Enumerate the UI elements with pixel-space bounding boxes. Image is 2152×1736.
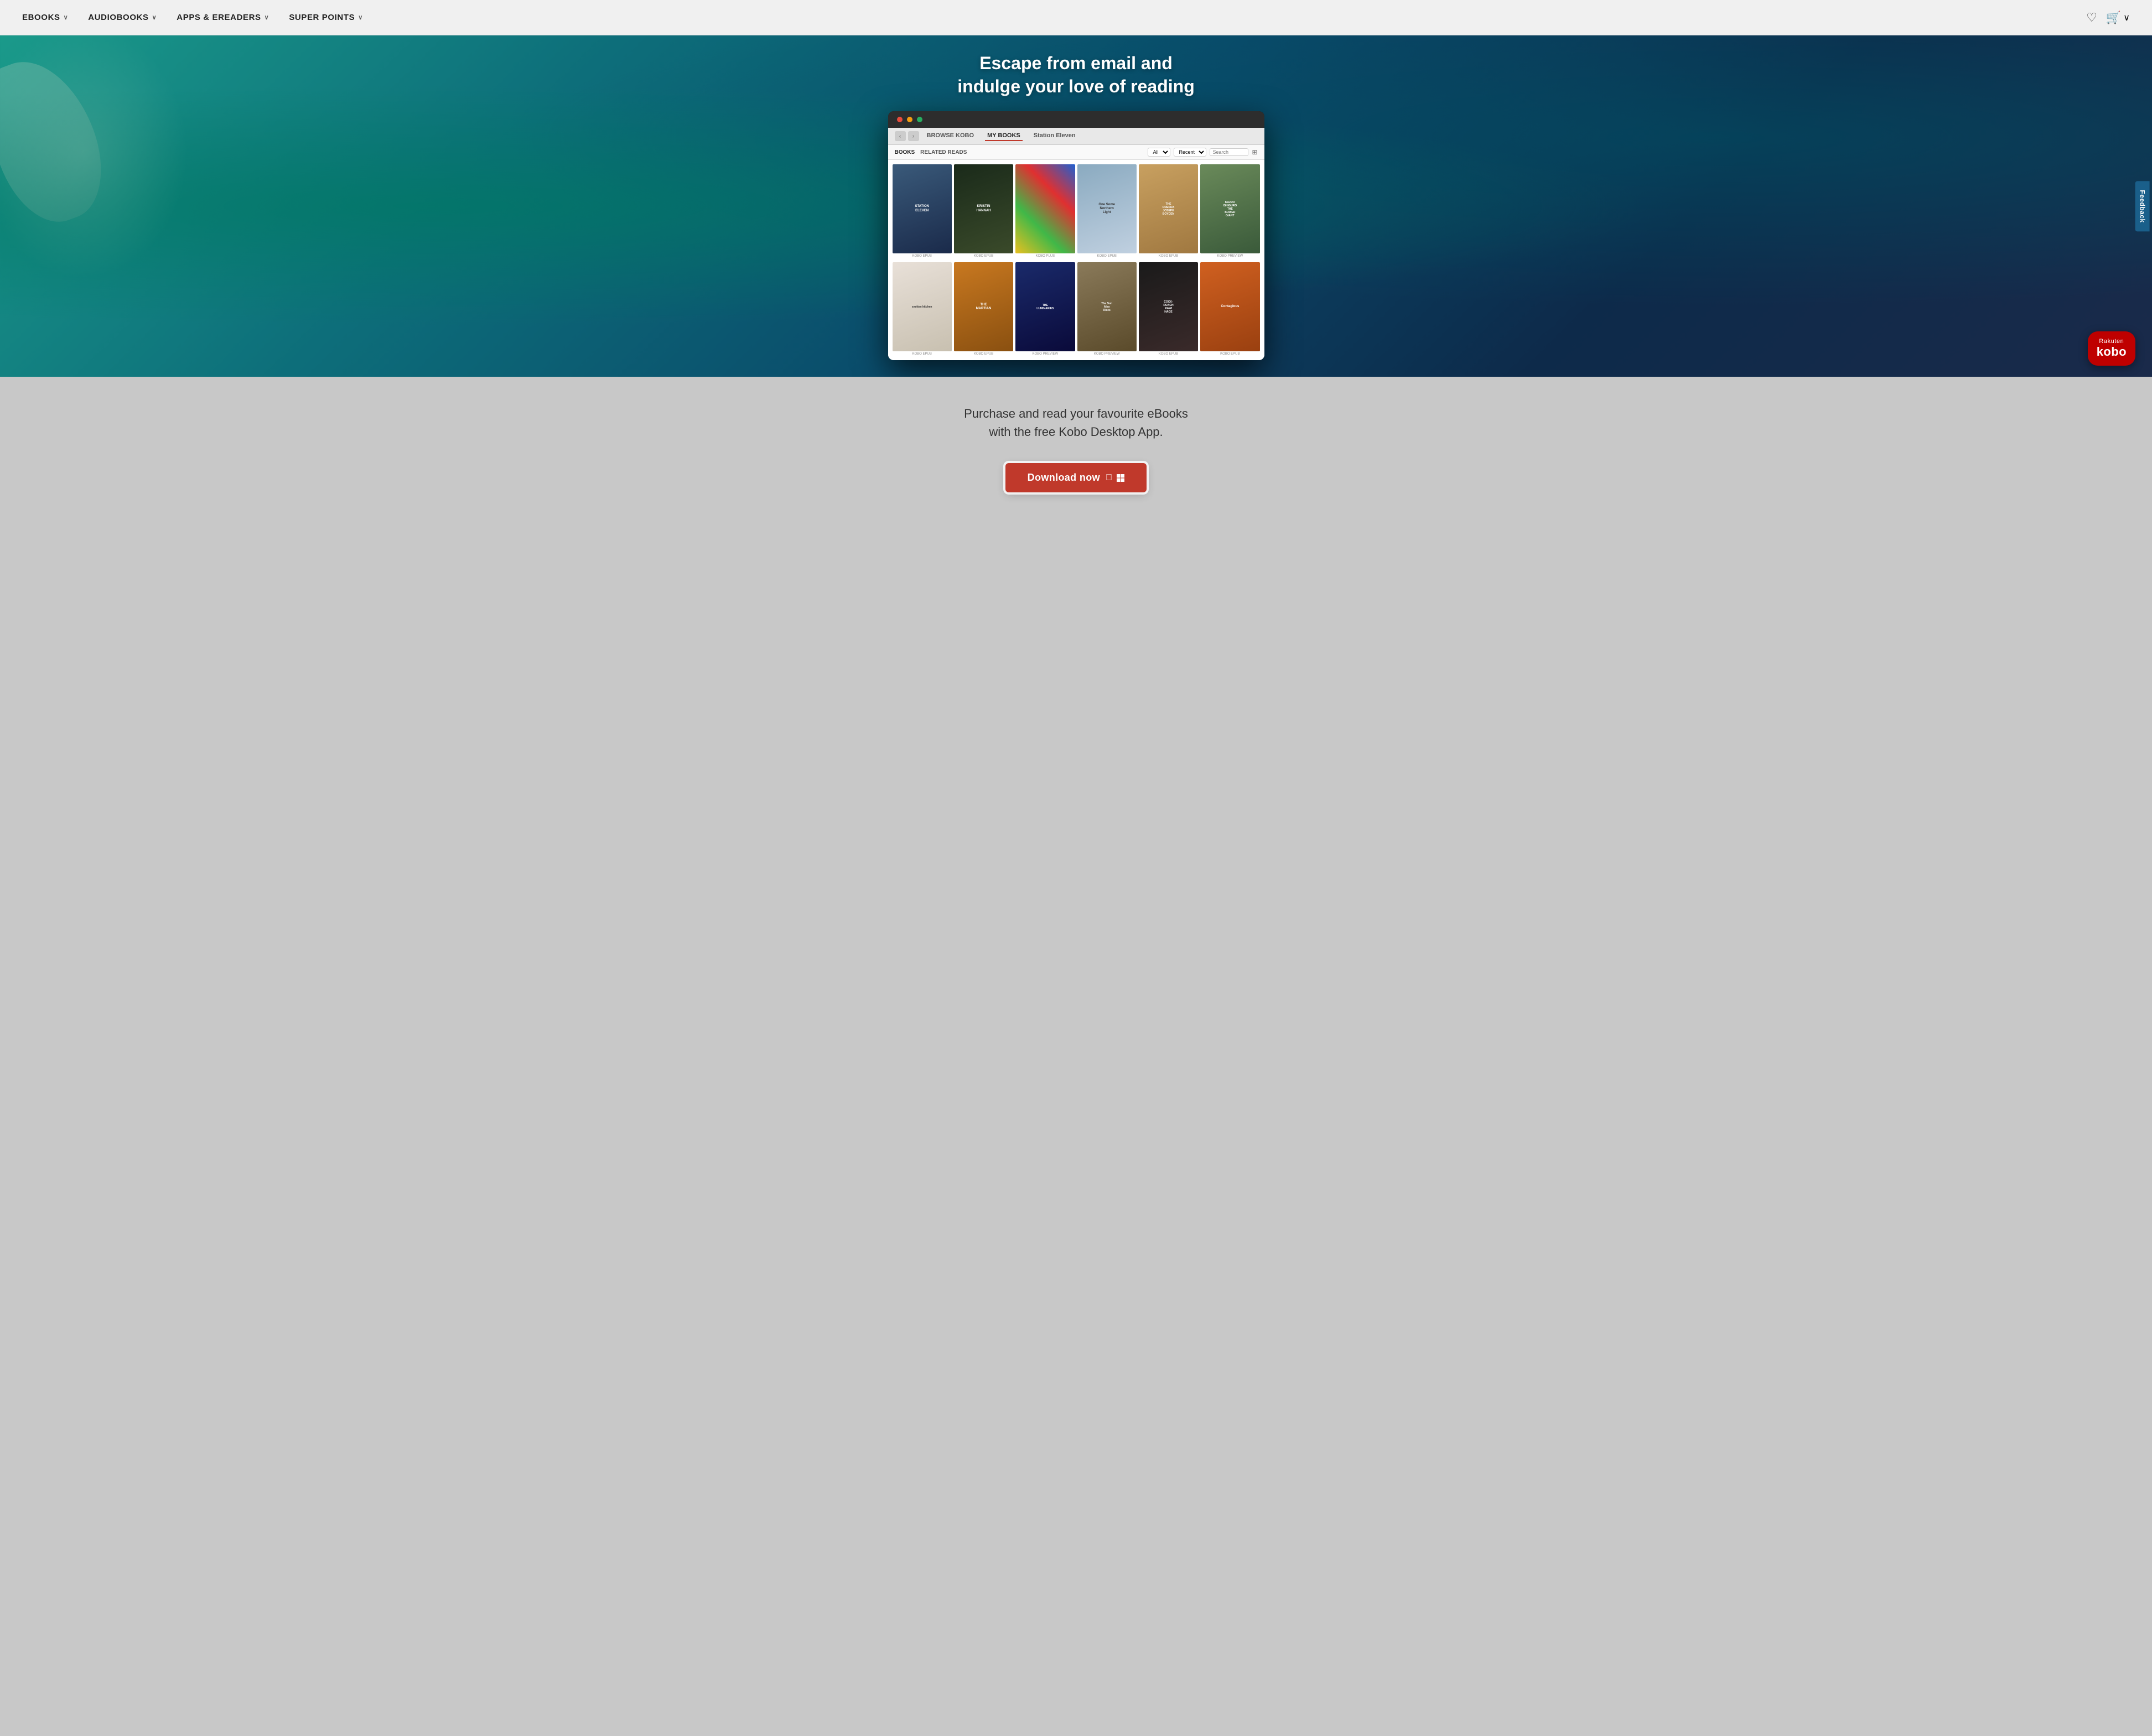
filter-all-select[interactable]: All [1148, 148, 1170, 157]
subtab-related-reads[interactable]: RELATED READS [920, 149, 967, 155]
nav-left: eBOOKS ∨ AUDIOBOOKS ∨ APPS & eREADERS ∨ … [22, 13, 363, 22]
tab-station-eleven[interactable]: Station Eleven [1031, 131, 1078, 141]
book-label: KOBO EPUB [1097, 254, 1116, 258]
chevron-down-icon: ∨ [358, 14, 363, 21]
hero-headline: Escape from email and indulge your love … [957, 52, 1194, 98]
filter-group: All Recent ⊞ [1148, 148, 1257, 157]
wishlist-icon[interactable]: ♡ [2086, 11, 2097, 25]
apple-icon:  [1106, 473, 1112, 483]
hero-headline-line2: indulge your love of reading [957, 76, 1194, 96]
chevron-down-icon: ∨ [64, 14, 69, 21]
kobo-badge: Rakuten kobo [2088, 331, 2135, 366]
tab-browse-kobo[interactable]: BROWSE KOBO [925, 131, 977, 141]
kobo-badge-kobo: kobo [2097, 345, 2127, 359]
book-label: KOBO PREVIEW [1094, 352, 1120, 356]
book-label: KOBO EPUB [912, 352, 931, 356]
feedback-tab[interactable]: Feedback [2135, 181, 2149, 231]
mac-close-dot [897, 117, 903, 122]
book-label: KOBO EPUB [1220, 352, 1240, 356]
book-grid-row1: STATIONELEVEN KOBO EPUB KRISTINHANNAH KO… [888, 160, 1264, 262]
nav-label-audiobooks: AUDIOBOOKS [88, 13, 148, 22]
cart-icon: 🛒 [2106, 11, 2121, 25]
os-icons:  [1106, 473, 1124, 483]
book-card-northern-light[interactable]: One SomeNorthernLight KOBO EPUB [1077, 164, 1137, 258]
cart-button[interactable]: 🛒 ∨ [2106, 11, 2130, 25]
kobo-badge-rakuten: Rakuten [2099, 338, 2124, 345]
mac-minimize-dot [907, 117, 912, 122]
app-nav-buttons: ‹ › [895, 131, 919, 141]
app-mockup-window: ‹ › BROWSE KOBO MY BOOKS Station Eleven … [888, 111, 1264, 360]
nav-label-apps: APPS & eREADERS [177, 13, 261, 22]
grid-view-icon[interactable]: ⊞ [1252, 148, 1257, 156]
book-grid-row2: smitten kitchen KOBO EPUB THEMARTIAN KOB… [888, 262, 1264, 360]
book-label: KOBO PLUS [1035, 254, 1055, 258]
book-label: KOBO EPUB [1159, 254, 1178, 258]
chevron-down-icon: ∨ [2123, 12, 2130, 23]
hero-headline-line1: Escape from email and [979, 53, 1173, 73]
nav-item-audiobooks[interactable]: AUDIOBOOKS ∨ [88, 13, 157, 22]
app-back-button[interactable]: ‹ [895, 131, 906, 141]
download-now-button[interactable]: Download now  [1005, 463, 1147, 492]
book-card-orenda[interactable]: THEORENDAJOSEPHBOYDEN KOBO EPUB [1139, 164, 1198, 258]
book-card-sun-also-rises[interactable]: The SunAlsoRises KOBO PREVIEW [1077, 262, 1137, 356]
book-card-station-eleven[interactable]: STATIONELEVEN KOBO EPUB [893, 164, 952, 258]
hero-content: Escape from email and indulge your love … [0, 35, 2152, 377]
book-card-buried-giant[interactable]: KAZUOISHIGUROTHEBURIEDGIANT KOBO PREVIEW [1200, 164, 1259, 258]
app-subbar: BOOKS RELATED READS All Recent ⊞ [888, 145, 1264, 160]
mac-window-content: ‹ › BROWSE KOBO MY BOOKS Station Eleven … [888, 128, 1264, 360]
nav-item-superpoints[interactable]: SUPER POINTS ∨ [289, 13, 363, 22]
nav-item-ebooks[interactable]: eBOOKS ∨ [22, 13, 68, 22]
app-book-content: STATIONELEVEN KOBO EPUB KRISTINHANNAH KO… [888, 160, 1264, 360]
download-btn-label: Download now [1028, 472, 1100, 484]
lower-desc-line2: with the free Kobo Desktop App. [989, 425, 1163, 439]
book-card-cockroach[interactable]: COCK-ROACHRAWIHAGE KOBO EPUB [1139, 262, 1198, 356]
book-card-martian[interactable]: THEMARTIAN KOBO EPUB [954, 262, 1013, 356]
tab-my-books[interactable]: MY BOOKS [985, 131, 1023, 141]
nav-label-ebooks: eBOOKS [22, 13, 60, 22]
book-label: KOBO EPUB [974, 352, 993, 356]
book-card-colorful[interactable]: KOBO PLUS [1015, 164, 1075, 258]
book-label: KOBO EPUB [1159, 352, 1178, 356]
lower-desc-line1: Purchase and read your favourite eBooks [964, 407, 1188, 420]
filter-recent-select[interactable]: Recent [1174, 148, 1206, 157]
nav-label-superpoints: SUPER POINTS [289, 13, 355, 22]
book-label: KOBO EPUB [912, 254, 931, 258]
subtab-books[interactable]: BOOKS [895, 149, 915, 155]
book-label: KOBO PREVIEW [1217, 254, 1243, 258]
chevron-down-icon: ∨ [265, 14, 269, 21]
book-card-contagious[interactable]: Contagious KOBO EPUB [1200, 262, 1259, 356]
app-forward-button[interactable]: › [908, 131, 919, 141]
book-card-smitten-kitchen[interactable]: smitten kitchen KOBO EPUB [893, 262, 952, 356]
book-card-luminaries[interactable]: THELUMINARIES KOBO PREVIEW [1015, 262, 1075, 356]
navbar: eBOOKS ∨ AUDIOBOOKS ∨ APPS & eREADERS ∨ … [0, 0, 2152, 35]
chevron-down-icon: ∨ [152, 14, 157, 21]
search-input[interactable] [1210, 148, 1248, 156]
lower-section: Purchase and read your favourite eBooks … [0, 377, 2152, 1736]
app-toolbar: ‹ › BROWSE KOBO MY BOOKS Station Eleven [888, 128, 1264, 145]
book-label: KOBO EPUB [974, 254, 993, 258]
windows-icon [1117, 474, 1124, 482]
nav-item-apps[interactable]: APPS & eREADERS ∨ [177, 13, 269, 22]
nav-right: ♡ 🛒 ∨ [2086, 11, 2130, 25]
book-card-kristin-hannah[interactable]: KRISTINHANNAH KOBO EPUB [954, 164, 1013, 258]
mac-titlebar [888, 111, 1264, 128]
mac-maximize-dot [917, 117, 922, 122]
book-label: KOBO PREVIEW [1032, 352, 1058, 356]
app-tabs: BROWSE KOBO MY BOOKS Station Eleven [925, 131, 1078, 141]
lower-description: Purchase and read your favourite eBooks … [964, 404, 1188, 441]
hero-section: Feedback Escape from email and indulge y… [0, 35, 2152, 377]
